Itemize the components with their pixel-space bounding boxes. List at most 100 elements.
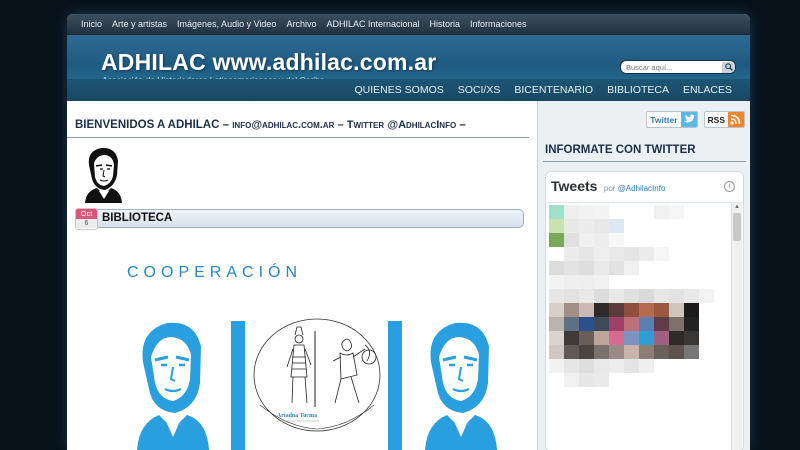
timeline-pixel-tile bbox=[624, 219, 639, 233]
bolivar-portrait-thumbnail[interactable] bbox=[83, 145, 123, 203]
timeline-pixel-tile bbox=[639, 275, 654, 289]
flag-band-right bbox=[388, 321, 402, 450]
timeline-pixel-tile bbox=[699, 233, 714, 247]
cooperation-banner-image[interactable]: Ariadna Tucma bbox=[137, 317, 502, 450]
twitter-timeline-widget[interactable]: Tweets por @AdhilacInfo i ▲ bbox=[545, 171, 744, 450]
topnav-informaciones[interactable]: Informaciones bbox=[470, 19, 527, 29]
timeline-pixel-tile bbox=[699, 219, 714, 233]
timeline-pixel-tile bbox=[714, 331, 729, 345]
topnav-imagenes[interactable]: Imágenes, Audio y Video bbox=[177, 19, 276, 29]
tweets-by-word: por bbox=[603, 184, 616, 193]
timeline-pixel-tile bbox=[579, 247, 594, 261]
timeline-pixel-tile bbox=[594, 317, 609, 331]
nav-bicentenario[interactable]: BICENTENARIO bbox=[514, 84, 593, 96]
search-input[interactable] bbox=[621, 61, 722, 73]
timeline-pixel-tile bbox=[669, 359, 684, 373]
timeline-pixel-tile bbox=[594, 219, 609, 233]
timeline-pixel-tile bbox=[549, 275, 564, 289]
nav-enlaces[interactable]: ENLACES bbox=[683, 84, 732, 96]
timeline-pixel-tile bbox=[639, 373, 654, 387]
timeline-pixel-tile bbox=[609, 289, 624, 303]
timeline-pixel-tile bbox=[579, 233, 594, 247]
timeline-pixel-tile bbox=[654, 303, 669, 317]
timeline-pixel-tile bbox=[609, 233, 624, 247]
topnav-historia[interactable]: Historia bbox=[430, 19, 461, 29]
post-title[interactable]: BIBLIOTECA bbox=[102, 212, 172, 224]
rss-button[interactable]: RSS bbox=[703, 111, 745, 128]
tweets-header: Tweets por @AdhilacInfo bbox=[551, 178, 665, 196]
timeline-pixel-tile bbox=[594, 261, 609, 275]
nav-biblioteca[interactable]: BIBLIOTECA bbox=[607, 84, 669, 96]
timeline-pixel-tile bbox=[714, 317, 729, 331]
timeline-pixel-tile bbox=[579, 219, 594, 233]
timeline-pixel-tile bbox=[594, 345, 609, 359]
timeline-pixel-tile bbox=[579, 303, 594, 317]
timeline-pixel-tile bbox=[639, 331, 654, 345]
illustration-caption: Ariadna Tucma bbox=[277, 413, 317, 419]
timeline-pixel-tile bbox=[639, 303, 654, 317]
timeline-pixel-tile bbox=[624, 331, 639, 345]
timeline-pixel-tile bbox=[624, 359, 639, 373]
timeline-pixel-tile bbox=[669, 233, 684, 247]
twitter-follow-button[interactable]: Twitter bbox=[646, 111, 698, 128]
timeline-pixel-tile bbox=[579, 289, 594, 303]
welcome-twitter-text: – Twitter bbox=[337, 119, 385, 131]
timeline-pixel-tile bbox=[684, 289, 699, 303]
timeline-pixel-tile bbox=[714, 261, 729, 275]
timeline-pixel-tile bbox=[639, 317, 654, 331]
timeline-pixel-tile bbox=[699, 247, 714, 261]
timeline-pixel-tile bbox=[684, 359, 699, 373]
timeline-pixel-tile bbox=[684, 331, 699, 345]
timeline-pixel-tile bbox=[684, 205, 699, 219]
site-title[interactable]: ADHILAC www.adhilac.com.ar bbox=[101, 49, 436, 76]
timeline-pixel-tile bbox=[669, 275, 684, 289]
timeline-pixel-tile bbox=[714, 219, 729, 233]
timeline-pixel-tile bbox=[549, 219, 564, 233]
timeline-pixel-tile bbox=[594, 303, 609, 317]
search-button[interactable] bbox=[722, 61, 735, 73]
scrollbar-thumb[interactable] bbox=[733, 213, 741, 241]
flag-band-left bbox=[231, 321, 245, 450]
timeline-pixel-tile bbox=[564, 317, 579, 331]
timeline-pixel-tile bbox=[684, 373, 699, 387]
welcome-prefix: BIENVENIDOS A ADHILAC – bbox=[75, 119, 229, 131]
sidebar-twitter-heading: INFORMATE CON TWITTER bbox=[545, 144, 696, 156]
timeline-pixel-tile bbox=[579, 345, 594, 359]
welcome-email-link[interactable]: info@adhilac.com.ar bbox=[232, 119, 334, 131]
timeline-pixel-tile bbox=[579, 359, 594, 373]
timeline-pixel-tile bbox=[639, 359, 654, 373]
tweets-handle-link[interactable]: @AdhilacInfo bbox=[618, 184, 666, 193]
timeline-pixel-tile bbox=[564, 275, 579, 289]
timeline-pixel-tile bbox=[669, 345, 684, 359]
timeline-pixel-tile bbox=[714, 303, 729, 317]
welcome-twitter-handle[interactable]: @AdhilacInfo bbox=[387, 119, 456, 131]
timeline-pixel-tile bbox=[564, 219, 579, 233]
timeline-pixel-tile bbox=[549, 261, 564, 275]
timeline-pixel-tile bbox=[564, 345, 579, 359]
topnav-internacional[interactable]: ADHILAC Internacional bbox=[326, 19, 419, 29]
sidebar-heading-divider bbox=[543, 161, 746, 162]
timeline-pixel-tile bbox=[699, 373, 714, 387]
nav-socixs[interactable]: SOCI/XS bbox=[458, 84, 501, 96]
top-navigation: Inicio Arte y artistas Imágenes, Audio y… bbox=[67, 14, 750, 35]
timeline-pixel-tile bbox=[549, 233, 564, 247]
timeline-scrollbar[interactable]: ▲ bbox=[731, 203, 742, 450]
timeline-pixel-tile bbox=[699, 261, 714, 275]
nav-quienes-somos[interactable]: QUIENES SOMOS bbox=[354, 84, 443, 96]
timeline-pixel-tile bbox=[654, 275, 669, 289]
timeline-pixel-tile bbox=[699, 275, 714, 289]
topnav-inicio[interactable]: Inicio bbox=[81, 19, 102, 29]
cooperation-heading: COOPERACIÓN bbox=[127, 264, 303, 281]
timeline-pixel-tile bbox=[669, 247, 684, 261]
info-icon[interactable]: i bbox=[724, 181, 735, 192]
search-icon bbox=[724, 63, 733, 71]
scroll-up-arrow-icon[interactable]: ▲ bbox=[733, 204, 741, 211]
timeline-pixel-tile bbox=[579, 373, 594, 387]
topnav-archivo[interactable]: Archivo bbox=[286, 19, 316, 29]
timeline-pixel-tile bbox=[594, 247, 609, 261]
timeline-pixel-tile bbox=[609, 359, 624, 373]
topnav-arte[interactable]: Arte y artistas bbox=[112, 19, 167, 29]
timeline-pixel-tile bbox=[654, 289, 669, 303]
timeline-pixel-tile bbox=[639, 289, 654, 303]
timeline-pixel-tile bbox=[669, 289, 684, 303]
